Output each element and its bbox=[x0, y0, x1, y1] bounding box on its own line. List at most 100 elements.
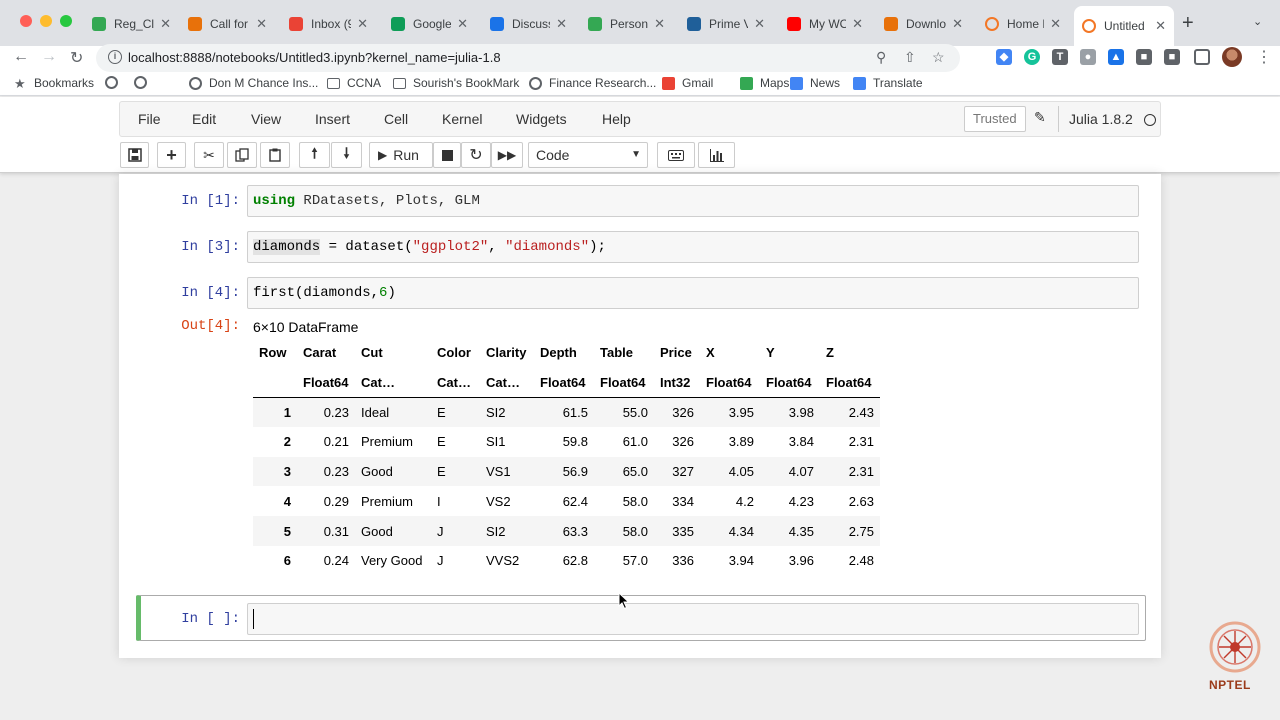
puzzle-icon[interactable]: ■ bbox=[1136, 49, 1152, 65]
move-up-button[interactable]: 🠕 bbox=[299, 142, 330, 168]
close-tab-icon[interactable]: ✕ bbox=[852, 16, 863, 32]
tab-title: Discuss bbox=[512, 17, 551, 31]
cell-1-code[interactable]: using RDatasets, Plots, GLM bbox=[247, 185, 1139, 217]
close-window-button[interactable] bbox=[20, 15, 32, 27]
copy-button[interactable] bbox=[227, 142, 257, 168]
save-button[interactable] bbox=[120, 142, 149, 168]
zoom-window-button[interactable] bbox=[60, 15, 72, 27]
table-row: 6 0.24 Very Good J VVS2 62.8 57.0 336 3.94 3.96 2.… bbox=[253, 546, 880, 576]
interrupt-button[interactable] bbox=[433, 142, 461, 168]
browser-tab[interactable]: Discuss ✕ bbox=[482, 8, 575, 40]
zoom-icon[interactable]: ⚲ bbox=[876, 49, 886, 66]
close-tab-icon[interactable]: ✕ bbox=[952, 16, 963, 32]
menu-widgets[interactable]: Widgets bbox=[516, 111, 567, 127]
restart-run-all-button[interactable]: ▶▶ bbox=[491, 142, 523, 168]
tab-title: Call for ( bbox=[210, 17, 250, 31]
menu-insert[interactable]: Insert bbox=[315, 111, 350, 127]
table-cell: 2.43 bbox=[848, 404, 874, 420]
menu-kernel[interactable]: Kernel bbox=[442, 111, 482, 127]
column-type: Cat… bbox=[480, 367, 534, 398]
browser-tab[interactable]: Persona ✕ bbox=[580, 8, 673, 40]
browser-tab[interactable]: Untitled ✕ bbox=[1074, 6, 1174, 46]
bookmark-item[interactable]: Don M Chance Ins... bbox=[189, 76, 318, 90]
address-bar[interactable]: i localhost:8888/notebooks/Untitled3.ipy… bbox=[96, 44, 960, 72]
browser-tab[interactable]: Reg_Cla ✕ bbox=[84, 8, 179, 40]
url-text[interactable]: localhost:8888/notebooks/Untitled3.ipynb… bbox=[128, 50, 501, 65]
browser-tab[interactable]: Prime Vi ✕ bbox=[679, 8, 773, 40]
restart-button[interactable]: ↻ bbox=[461, 142, 491, 168]
menu-view[interactable]: View bbox=[251, 111, 281, 127]
cell-type-select[interactable]: Code ▼ bbox=[528, 142, 648, 168]
close-tab-icon[interactable]: ✕ bbox=[1155, 18, 1166, 34]
close-tab-icon[interactable]: ✕ bbox=[457, 16, 468, 32]
move-down-button[interactable]: 🠗 bbox=[331, 142, 362, 168]
extensions-icon[interactable]: ■ bbox=[1164, 49, 1180, 65]
dropbox-icon[interactable]: ◆ bbox=[996, 49, 1012, 65]
menu-edit[interactable]: Edit bbox=[192, 111, 216, 127]
insert-cell-button[interactable]: + bbox=[157, 142, 186, 168]
trusted-indicator[interactable]: Trusted bbox=[964, 106, 1026, 132]
drive-icon bbox=[92, 17, 106, 31]
minimize-window-button[interactable] bbox=[40, 15, 52, 27]
forward-icon[interactable]: → bbox=[41, 48, 57, 66]
bookmark-item[interactable]: Gmail bbox=[662, 76, 713, 90]
tab-search-icon[interactable]: ⌄ bbox=[1253, 15, 1262, 28]
more-menu-icon[interactable]: ⋮ bbox=[1256, 47, 1272, 67]
bookmark-item[interactable] bbox=[105, 76, 125, 89]
bookmark-item[interactable]: Maps bbox=[740, 76, 789, 90]
browser-tab[interactable]: Google (✕ bbox=[383, 8, 476, 40]
close-tab-icon[interactable]: ✕ bbox=[754, 16, 765, 32]
nptel-label: NPTEL bbox=[1209, 678, 1251, 692]
bookmark-item[interactable] bbox=[134, 76, 154, 89]
dataframe-table: Row Carat Cut Color Clarity Depth Table Price X Y… bbox=[253, 338, 880, 576]
table-cell: Good bbox=[361, 523, 393, 539]
arrow-down-icon: 🠗 bbox=[343, 145, 350, 161]
command-palette-button[interactable] bbox=[657, 142, 695, 168]
cell-3-code[interactable]: diamonds = dataset("ggplot2", "diamonds"… bbox=[247, 231, 1139, 263]
drive-icon bbox=[588, 17, 602, 31]
browser-tab[interactable]: My WOR ✕ bbox=[779, 8, 871, 40]
close-tab-icon[interactable]: ✕ bbox=[357, 16, 368, 32]
close-tab-icon[interactable]: ✕ bbox=[556, 16, 567, 32]
kernel-name[interactable]: Julia 1.8.2 bbox=[1058, 106, 1133, 132]
menu-cell[interactable]: Cell bbox=[384, 111, 408, 127]
browser-tab[interactable]: Call for ( ✕ bbox=[180, 8, 275, 40]
new-cell-input[interactable] bbox=[247, 603, 1139, 635]
bookmark-item[interactable]: ★ Bookmarks bbox=[14, 76, 94, 90]
bookmark-item[interactable]: Translate bbox=[853, 76, 923, 90]
cell-4-code[interactable]: first(diamonds,6) bbox=[247, 277, 1139, 309]
bookmark-item[interactable]: Finance Research... bbox=[529, 76, 656, 90]
close-tab-icon[interactable]: ✕ bbox=[654, 16, 665, 32]
cut-button[interactable]: ✂ bbox=[194, 142, 224, 168]
reload-icon[interactable]: ↻ bbox=[70, 48, 83, 68]
close-tab-icon[interactable]: ✕ bbox=[1050, 16, 1061, 32]
bookmark-star-icon[interactable]: ☆ bbox=[932, 49, 945, 66]
paste-button[interactable] bbox=[260, 142, 290, 168]
tex-icon[interactable]: T bbox=[1052, 49, 1068, 65]
extension-icon[interactable]: ▲ bbox=[1108, 49, 1124, 65]
bookmark-item[interactable]: News bbox=[790, 76, 840, 90]
close-tab-icon[interactable]: ✕ bbox=[160, 16, 171, 32]
back-icon[interactable]: ← bbox=[13, 48, 29, 66]
table-cell: 0.31 bbox=[323, 523, 349, 539]
menu-help[interactable]: Help bbox=[602, 111, 631, 127]
menu-file[interactable]: File bbox=[138, 111, 161, 127]
new-tab-button[interactable]: + bbox=[1182, 12, 1194, 35]
browser-tab[interactable]: Inbox (9 ✕ bbox=[281, 8, 376, 40]
site-info-icon[interactable]: i bbox=[108, 50, 122, 64]
side-panel-icon[interactable] bbox=[1194, 49, 1210, 65]
avatar[interactable] bbox=[1222, 47, 1242, 67]
table-cell: 2.48 bbox=[848, 553, 874, 569]
bookmark-item[interactable]: Sourish's BookMark bbox=[393, 76, 519, 90]
star-icon: ★ bbox=[14, 75, 26, 91]
share-icon[interactable]: ⇧ bbox=[904, 49, 916, 66]
browser-tab[interactable]: Downlo ✕ bbox=[876, 8, 971, 40]
run-button[interactable]: ▶ Run bbox=[369, 142, 433, 168]
bookmark-item[interactable]: CCNA bbox=[327, 76, 381, 90]
browser-tab[interactable]: Home P ✕ bbox=[977, 8, 1069, 40]
screen-capture-icon[interactable]: ● bbox=[1080, 49, 1096, 65]
close-tab-icon[interactable]: ✕ bbox=[256, 16, 267, 32]
table-cell: SI2 bbox=[486, 404, 506, 420]
grammarly-icon[interactable]: G bbox=[1024, 49, 1040, 65]
chart-button[interactable] bbox=[698, 142, 735, 168]
